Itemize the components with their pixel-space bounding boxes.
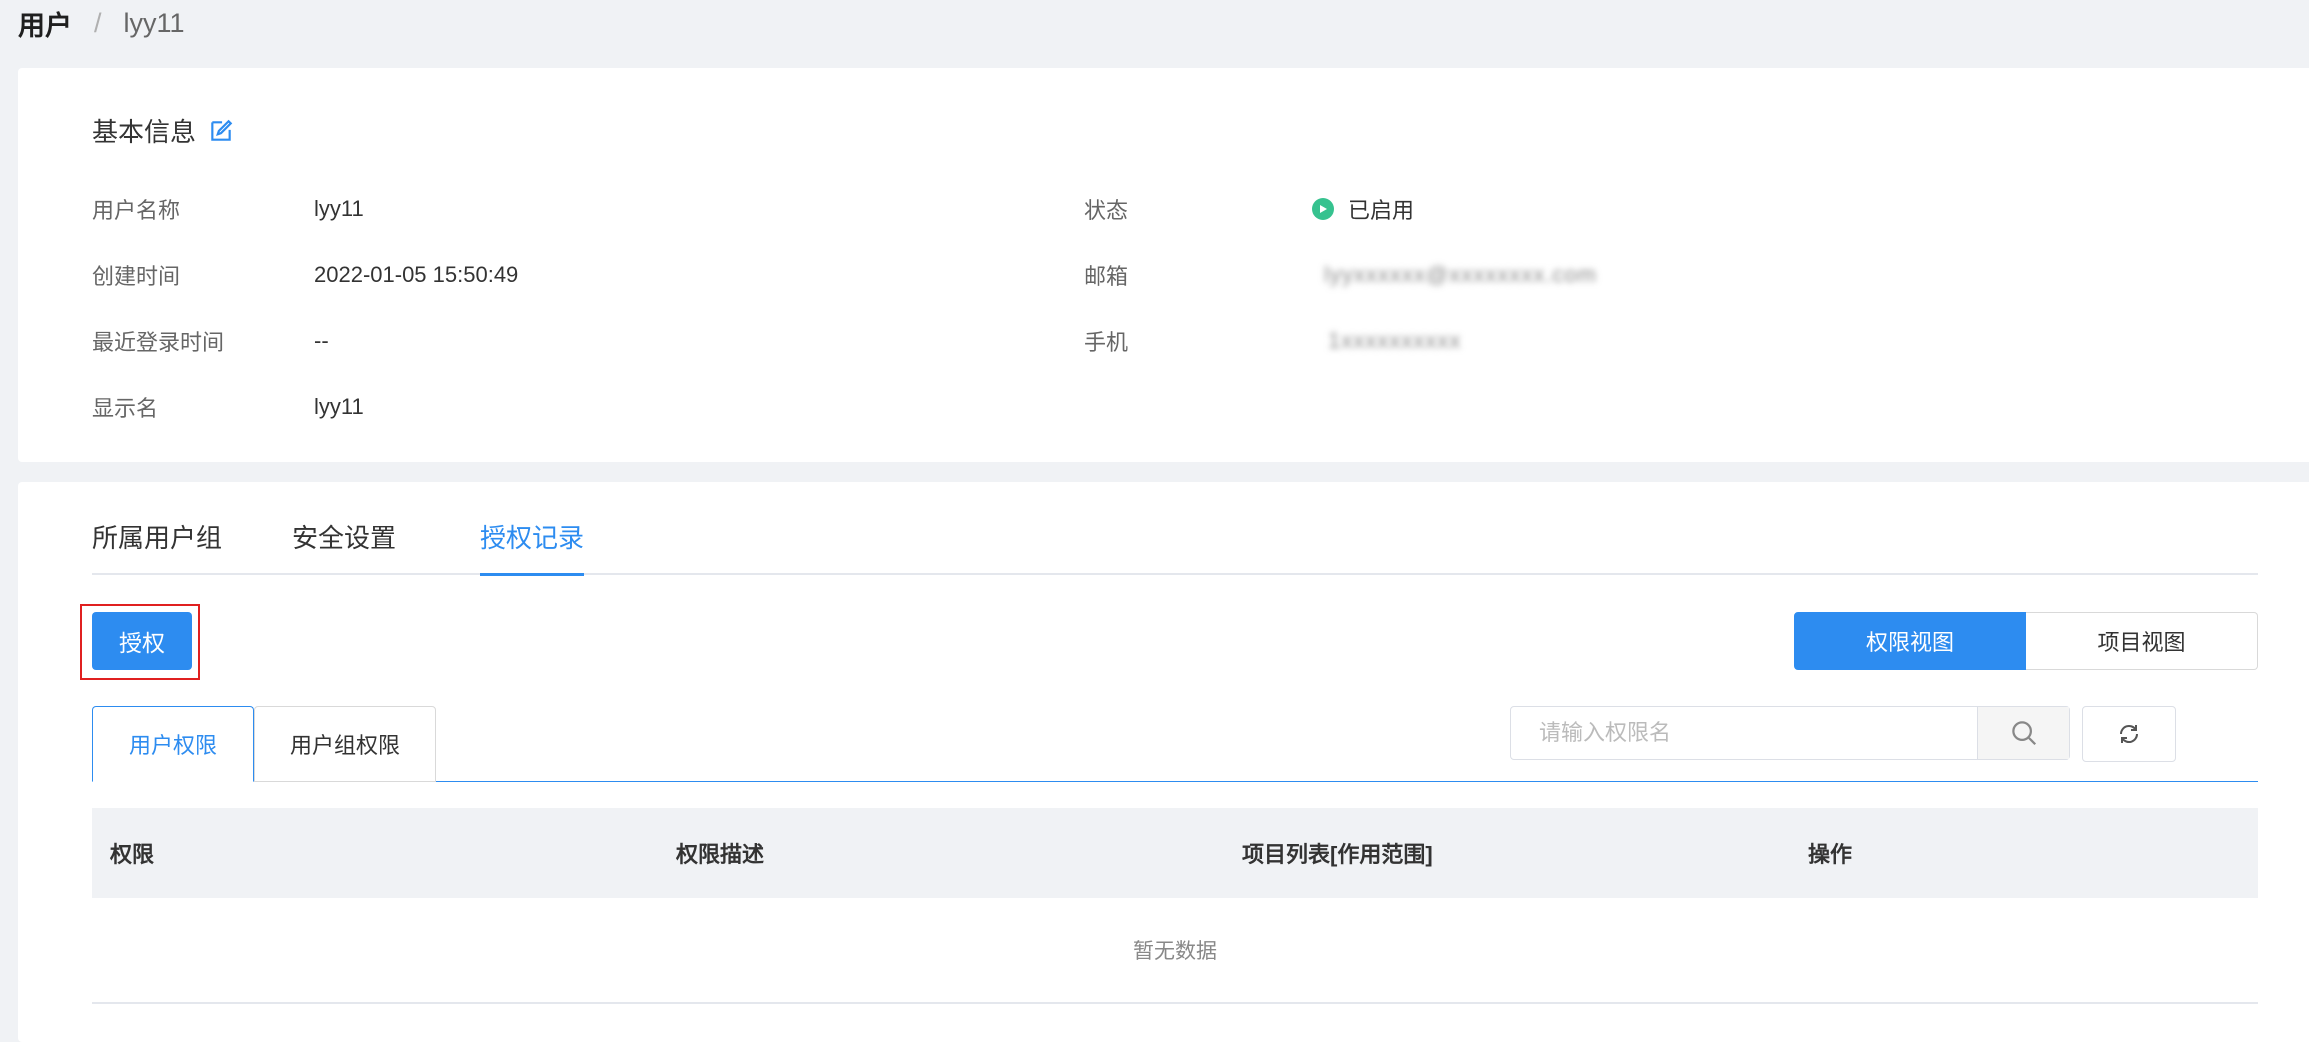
subtab-user-permissions[interactable]: 用户权限 bbox=[92, 706, 254, 782]
status-value: 已启用 bbox=[1348, 198, 1415, 223]
info-username: 用户名称 lyy11 bbox=[92, 192, 692, 226]
edit-icon[interactable] bbox=[208, 118, 234, 144]
basic-info-title: 基本信息 bbox=[92, 112, 234, 149]
status-label: 状态 bbox=[1084, 198, 1129, 223]
tab-bar: 所属用户组 安全设置 授权记录 bbox=[92, 482, 2258, 576]
permission-view-button[interactable]: 权限视图 bbox=[1794, 612, 2026, 670]
created-value: 2022-01-05 15:50:49 bbox=[314, 262, 519, 287]
tab-user-groups[interactable]: 所属用户组 bbox=[92, 518, 222, 573]
phone-value: 1xxxxxxxxxx bbox=[1328, 328, 1462, 353]
search-input[interactable] bbox=[1511, 707, 1977, 759]
info-phone: 手机 1xxxxxxxxxx bbox=[1084, 324, 1784, 358]
info-status: 状态 已启用 bbox=[1084, 192, 1784, 226]
project-view-button[interactable]: 项目视图 bbox=[2026, 612, 2258, 670]
username-value: lyy11 bbox=[314, 196, 364, 221]
tab-security-settings[interactable]: 安全设置 bbox=[292, 518, 396, 573]
email-value: lyyxxxxxx@xxxxxxxx.com bbox=[1324, 262, 1597, 287]
status-value-wrap: 已启用 bbox=[1312, 193, 1414, 225]
col-project-list: 项目列表[作用范围] bbox=[1242, 842, 1433, 867]
created-label: 创建时间 bbox=[92, 264, 181, 289]
refresh-button[interactable] bbox=[2082, 706, 2176, 762]
subtab-group-permissions[interactable]: 用户组权限 bbox=[254, 706, 436, 782]
breadcrumb-separator: / bbox=[94, 7, 102, 38]
search-button[interactable] bbox=[1977, 707, 2069, 759]
breadcrumb: 用户 / lyy11 bbox=[18, 0, 185, 46]
info-last-login: 最近登录时间 -- bbox=[92, 324, 692, 358]
display-name-value: lyy11 bbox=[314, 394, 364, 419]
info-display-name: 显示名 lyy11 bbox=[92, 390, 692, 424]
refresh-icon bbox=[2119, 725, 2139, 743]
basic-info-title-text: 基本信息 bbox=[92, 117, 197, 147]
col-permission-description: 权限描述 bbox=[676, 842, 765, 867]
search-icon bbox=[2011, 721, 2036, 746]
authorize-button[interactable]: 授权 bbox=[92, 612, 192, 670]
status-play-icon bbox=[1312, 198, 1334, 220]
table-empty-state: 暂无数据 bbox=[92, 898, 2258, 1004]
tab-authorization-records[interactable]: 授权记录 bbox=[480, 518, 585, 576]
email-label: 邮箱 bbox=[1084, 264, 1129, 289]
display-name-label: 显示名 bbox=[92, 396, 159, 421]
breadcrumb-root[interactable]: 用户 bbox=[18, 4, 72, 43]
basic-info-card: 基本信息 用户名称 lyy11 创建时间 2022-01-05 15:50:49… bbox=[18, 68, 2309, 462]
info-created: 创建时间 2022-01-05 15:50:49 bbox=[92, 258, 692, 292]
breadcrumb-current: lyy11 bbox=[123, 7, 185, 38]
col-permission: 权限 bbox=[110, 842, 155, 867]
phone-label: 手机 bbox=[1084, 330, 1129, 355]
view-toggle: 权限视图 项目视图 bbox=[1794, 612, 2258, 670]
tabs-card: 所属用户组 安全设置 授权记录 授权 权限视图 项目视图 用户权限 用户组权限 … bbox=[18, 482, 2309, 1042]
info-email: 邮箱 lyyxxxxxx@xxxxxxxx.com bbox=[1084, 258, 1784, 292]
table-header: 权限 权限描述 项目列表[作用范围] 操作 bbox=[92, 808, 2258, 898]
col-actions: 操作 bbox=[1808, 842, 1853, 867]
last-login-label: 最近登录时间 bbox=[92, 330, 225, 355]
search-box bbox=[1510, 706, 2070, 760]
username-label: 用户名称 bbox=[92, 198, 181, 223]
last-login-value: -- bbox=[314, 328, 329, 353]
